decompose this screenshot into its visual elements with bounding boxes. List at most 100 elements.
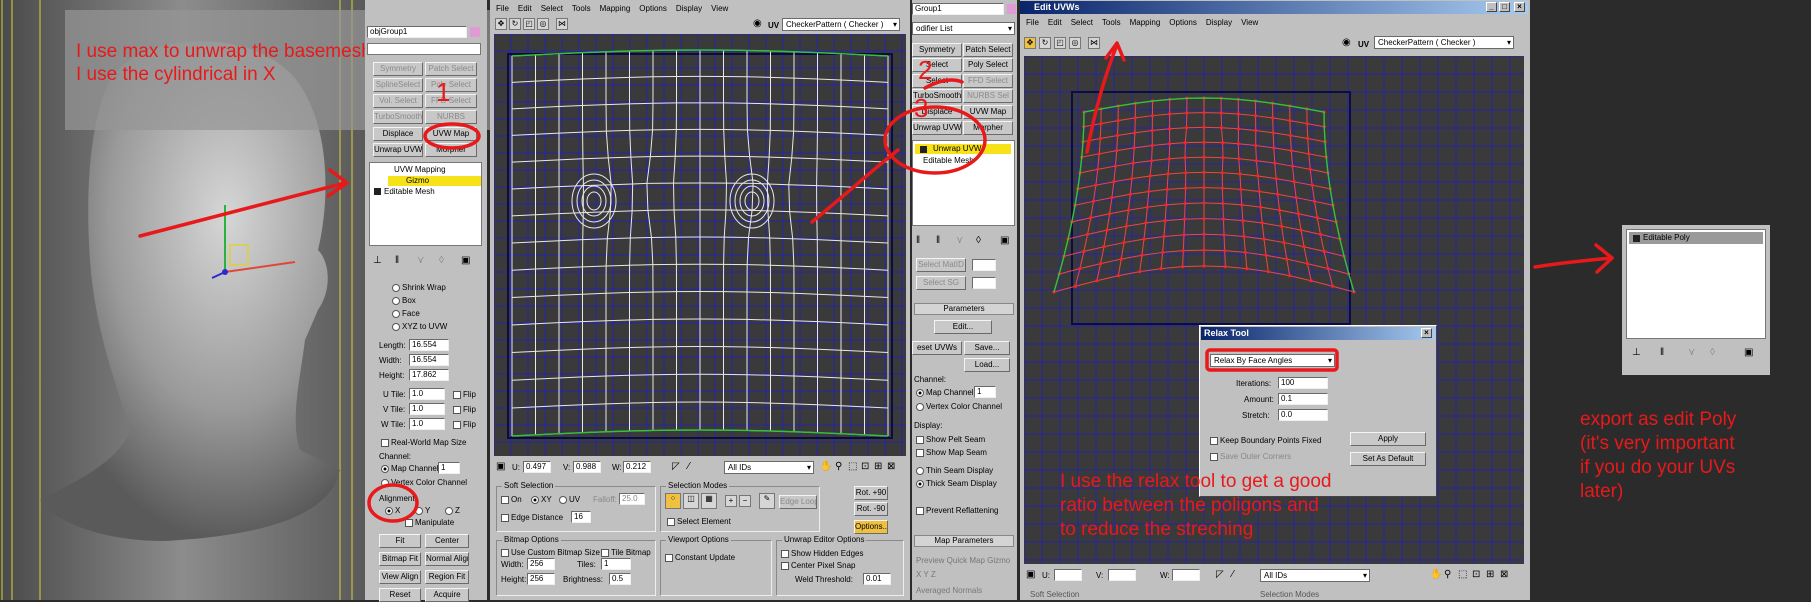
u-field-2[interactable] [1054,569,1082,581]
vertex-color-channel-radio-2[interactable]: Vertex Color Channel [916,402,1002,412]
map-channel-field[interactable]: 1 [438,462,460,474]
pin-stack-icon[interactable]: ⊥ [373,255,382,267]
remove-modifier-icon-3[interactable]: ◊ [1710,347,1715,359]
show-end-result-icon-2[interactable]: ‖ [936,235,940,247]
freeform-tool-icon[interactable]: ◎ [537,18,549,30]
face-mode-icon[interactable]: ▦ [701,493,717,509]
stretch-field[interactable]: 0.0 [1278,409,1328,421]
menu2-options[interactable]: Options [1169,17,1197,29]
menu-options[interactable]: Options [639,3,667,15]
real-world-map-size-check[interactable]: Real-World Map Size [381,438,466,448]
nurbs-button[interactable]: NURBS [425,110,477,124]
relax-tool-titlebar[interactable]: Relax Tool [1201,327,1435,340]
uvw-map-button-2[interactable]: UVW Map [963,105,1013,119]
menu2-tools[interactable]: Tools [1102,17,1121,29]
matid-field[interactable] [972,259,996,271]
show-hidden-edges-check[interactable]: Show Hidden Edges [781,549,864,559]
v-field-2[interactable] [1108,569,1136,581]
checker-dropdown[interactable]: CheckerPattern ( Checker ) [782,18,900,31]
poly-select-button[interactable]: Poly Select [425,78,477,92]
object-color-swatch-2[interactable] [1007,4,1016,14]
spline-select-button[interactable]: SplineSelect [373,78,423,92]
configure-sets-icon-2[interactable]: ▣ [1000,235,1009,247]
zoom-region-icon[interactable]: ⬚ [848,461,857,473]
remove-modifier-icon[interactable]: ◊ [439,255,444,267]
patch-select-button-2[interactable]: Patch Select [963,43,1013,57]
uvw-map-button[interactable]: UVW Map [425,127,477,141]
zoom-extents-icon-2[interactable]: ⊡ [1472,569,1480,581]
rot-minus90-button[interactable]: Rot. -90 [854,502,888,516]
morpher-button[interactable]: Morpher [425,143,477,157]
axis-z-radio[interactable]: Z [445,506,460,516]
show-pelt-seam-check[interactable]: Show Pelt Seam [916,435,985,445]
pan-icon[interactable]: ✋ [820,461,832,473]
center-button[interactable]: Center [425,534,469,548]
bm-height-field[interactable]: 256 [527,573,555,585]
set-as-default-button[interactable]: Set As Default [1350,452,1426,466]
stack-expand-icon[interactable] [374,188,381,195]
length-field[interactable]: 16.554 [409,339,449,351]
modifier-list-2[interactable]: odifier List [912,22,1015,35]
menu2-view[interactable]: View [1241,17,1258,29]
menu-mapping[interactable]: Mapping [600,3,631,15]
pan-icon-2[interactable]: ✋ [1430,569,1442,581]
grow-icon[interactable]: + [725,495,737,507]
thick-seam-radio[interactable]: Thick Seam Display [916,479,997,489]
width-field[interactable]: 16.554 [409,354,449,366]
prevent-reflattening-check[interactable]: Prevent Reflattening [916,506,999,516]
remove-modifier-icon-2[interactable]: ◊ [976,235,981,247]
u-field[interactable]: 0.497 [523,461,551,473]
unwrap-uvw-button[interactable]: Unwrap UVW [373,143,423,157]
manipulate-check[interactable]: Manipulate [405,518,454,528]
menu-view[interactable]: View [711,3,728,15]
uflip-check[interactable]: Flip [453,390,476,400]
lock-icon-2[interactable]: ▣ [1026,569,1035,581]
object-name-field-2[interactable]: Group1 [912,3,1004,15]
load-button[interactable]: Load... [964,358,1010,372]
rotate-tool-icon-2[interactable]: ↻ [1039,37,1051,49]
object-color-swatch[interactable] [470,27,480,37]
map-channel-radio[interactable]: Map Channel: [381,464,441,474]
menu2-edit[interactable]: Edit [1048,17,1062,29]
configure-sets-icon[interactable]: ▣ [461,255,470,267]
edit-uvws-titlebar[interactable]: Edit UVWs [1020,1,1528,14]
zoom-region-icon-2[interactable]: ⬚ [1458,569,1467,581]
options-button[interactable]: Options... [854,520,888,534]
reset-uvws-button[interactable]: eset UVWs [912,341,962,355]
scale-tool-icon[interactable]: ◰ [523,18,535,30]
center-pixel-snap-check[interactable]: Center Pixel Snap [781,561,855,571]
thin-seam-radio[interactable]: Thin Seam Display [916,466,993,476]
show-end-result-icon-3[interactable]: ‖ [1660,347,1664,359]
uv-toggle-icon[interactable]: ◸ [672,461,680,473]
bm-brightness-field[interactable]: 0.5 [609,573,631,585]
uv-canvas-1[interactable] [494,34,906,456]
close-button[interactable]: × [1514,2,1525,12]
stack-item-gizmo[interactable]: Gizmo [388,176,481,186]
edge-loop-button[interactable]: Edge Loop [779,495,817,509]
pin-stack-icon-3[interactable]: ⊥ [1632,347,1641,359]
map-channel-field-2[interactable]: 1 [974,386,996,398]
zoom-selected-icon[interactable]: ⊞ [874,461,882,473]
keep-boundary-check[interactable]: Keep Boundary Points Fixed [1210,436,1321,446]
parameters-rollout[interactable]: Parameters [914,303,1014,315]
use-custom-bitmap-check[interactable]: Use Custom Bitmap Size [501,548,600,558]
scale-tool-icon-2[interactable]: ◰ [1054,37,1066,49]
zoom-selected-icon-2[interactable]: ⊞ [1486,569,1494,581]
axis-x-radio[interactable]: X [385,506,400,516]
pick-icon-2[interactable]: ⁄ [1232,569,1234,581]
rot-plus90-button[interactable]: Rot. +90 [854,486,888,500]
utile-field[interactable]: 1.0 [409,388,445,400]
opt-xyz-to-uvw[interactable]: XYZ to UVW [392,322,447,332]
configure-sets-icon-3[interactable]: ▣ [1744,347,1753,359]
map-parameters-rollout[interactable]: Map Parameters [914,535,1014,547]
mirror-tool-icon-2[interactable]: ⋈ [1088,37,1100,49]
morpher-button-2[interactable]: Morpher [963,121,1013,135]
globe-icon-2[interactable]: ◉ [1342,37,1351,49]
make-unique-icon-3[interactable]: ⋎ [1688,347,1695,359]
view-align-button[interactable]: View Align [379,570,421,584]
pick-icon[interactable]: ⁄ [688,461,690,473]
menu2-file[interactable]: File [1026,17,1039,29]
unwrap-uvw-button-2[interactable]: Unwrap UVW [912,121,962,135]
paint-select-icon[interactable]: ✎ [759,493,775,509]
stack-expand-icon-2[interactable] [920,146,927,153]
